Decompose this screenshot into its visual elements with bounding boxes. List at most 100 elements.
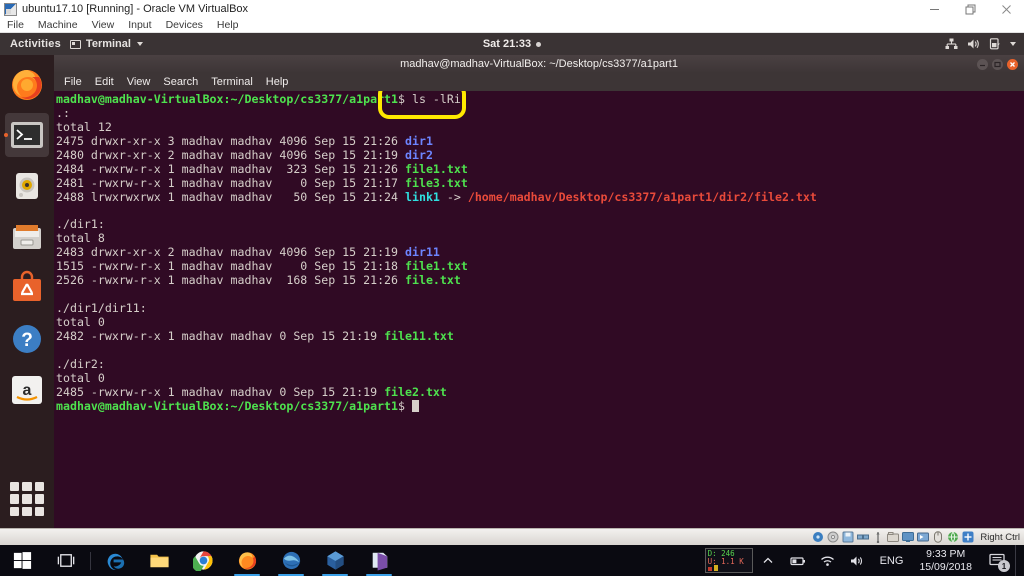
windows-logo-icon: [13, 552, 31, 569]
entry-name: file2.txt: [384, 384, 447, 399]
output-text: total 8: [56, 231, 105, 246]
floppy-icon[interactable]: [842, 531, 854, 543]
output-text: total 0: [56, 315, 105, 329]
wifi-icon[interactable]: [813, 545, 843, 576]
chevron-up-icon[interactable]: [753, 545, 783, 576]
taskbar-item-edge[interactable]: [93, 545, 137, 576]
mouse-icon[interactable]: [932, 531, 944, 543]
activities-button[interactable]: Activities: [0, 38, 70, 50]
show-desktop-button[interactable]: [1015, 545, 1021, 576]
vbox-menu-file[interactable]: File: [7, 19, 24, 31]
start-button[interactable]: [0, 545, 44, 576]
terminal-menu-search[interactable]: Search: [163, 76, 198, 88]
entry-metadata: 1515 -rwxrw-r-x 1 madhav madhav 0 Sep 15…: [56, 259, 406, 274]
chrome-icon: [192, 551, 213, 571]
host-key-label: Right Ctrl: [980, 531, 1020, 543]
close-button[interactable]: [1007, 58, 1018, 70]
network-bars-icon: [707, 565, 750, 571]
minimize-button[interactable]: [977, 58, 988, 70]
guest-screen: Activities Terminal Sat 21:33 ? a madhav…: [0, 33, 1024, 528]
taskbar-item-file-explorer[interactable]: [137, 545, 181, 576]
optical-disk-icon[interactable]: [827, 531, 839, 543]
vbox-menu-help[interactable]: Help: [217, 19, 239, 31]
symlink-arrow: ->: [439, 189, 468, 204]
entry-name: file1.txt: [405, 259, 468, 274]
usb-icon[interactable]: [872, 531, 884, 543]
vbox-menu-view[interactable]: View: [92, 19, 115, 31]
restore-button[interactable]: [952, 0, 988, 18]
shared-folder-icon[interactable]: [887, 531, 900, 543]
network-icon[interactable]: [857, 531, 870, 543]
language-indicator[interactable]: ENG: [873, 555, 911, 567]
taskbar-item-onenote[interactable]: [357, 545, 401, 576]
terminal-menu-edit[interactable]: Edit: [95, 76, 114, 88]
app-menu-terminal[interactable]: Terminal: [69, 38, 143, 50]
vbox-menu-machine[interactable]: Machine: [38, 19, 78, 31]
vbox-menu-input[interactable]: Input: [128, 19, 151, 31]
ubuntu-dock: ? a: [0, 55, 54, 528]
output-text: ./dir1:: [56, 217, 105, 232]
panel-clock[interactable]: Sat 21:33: [442, 38, 582, 50]
app-menu-label: Terminal: [85, 38, 131, 50]
dock-item-software[interactable]: [5, 266, 49, 310]
entry-name: file11.txt: [384, 328, 454, 343]
maximize-button[interactable]: [992, 58, 1003, 70]
terminal-output-line: ./dir1/dir11:: [56, 301, 1024, 316]
panel-clock-label: Sat 21:33: [482, 38, 532, 50]
shell-prompt: madhav@madhav-VirtualBox:~/Desktop/cs337…: [56, 92, 399, 106]
task-view-icon: [57, 554, 74, 567]
video-capture-icon[interactable]: [917, 531, 930, 543]
terminal-prompt-line: madhav@madhav-VirtualBox:~/Desktop/cs337…: [56, 399, 1024, 414]
output-text: ./dir2:: [56, 356, 105, 371]
firefox-icon: [12, 70, 42, 100]
network-upload-label: U: 1.1 K: [707, 556, 744, 566]
terminal-output-line: .:: [56, 105, 1024, 121]
output-text: ./dir1/dir11:: [56, 301, 147, 316]
svg-text:?: ?: [21, 330, 33, 351]
volume-icon[interactable]: [843, 545, 873, 576]
display-icon[interactable]: [902, 531, 915, 543]
file-explorer-icon: [149, 554, 169, 568]
terminal-menu-view[interactable]: View: [127, 76, 151, 88]
ubuntu-system-tray[interactable]: [945, 38, 1024, 50]
dock-item-firefox[interactable]: [5, 62, 49, 106]
show-applications-button[interactable]: [10, 482, 44, 516]
terminal-menu-file[interactable]: File: [64, 76, 82, 88]
dock-item-rhythmbox[interactable]: [5, 164, 49, 208]
close-button[interactable]: [988, 0, 1024, 18]
vbox-menu-devices[interactable]: Devices: [166, 19, 203, 31]
dock-item-amazon[interactable]: a: [5, 368, 49, 412]
output-text: .:: [56, 105, 70, 120]
entry-name: dir11: [405, 245, 440, 260]
hard-disk-icon[interactable]: [812, 531, 824, 543]
minimize-button[interactable]: [916, 0, 952, 18]
battery-icon[interactable]: [783, 545, 813, 576]
taskbar-item-virtualbox[interactable]: [313, 545, 357, 576]
clock-date: 15/09/2018: [919, 560, 972, 573]
terminal-output[interactable]: madhav@madhav-VirtualBox:~/Desktop/cs337…: [54, 91, 1024, 528]
thunderbird-icon: [282, 551, 301, 570]
notification-center-button[interactable]: 1: [981, 545, 1013, 576]
terminal-menu-help[interactable]: Help: [266, 76, 289, 88]
host-key-icon[interactable]: [962, 531, 974, 543]
virtualbox-icon: [4, 2, 17, 16]
chevron-down-icon: [136, 42, 143, 46]
network-monitor-widget[interactable]: D: 246 U: 1.1 K: [704, 548, 753, 573]
windows-clock[interactable]: 9:33 PM 15/09/2018: [910, 548, 981, 574]
dock-item-help[interactable]: ?: [5, 317, 49, 361]
remote-desktop-icon[interactable]: [947, 531, 959, 543]
terminal-menu-terminal[interactable]: Terminal: [211, 76, 253, 88]
dock-item-files[interactable]: [5, 215, 49, 259]
taskbar-item-chrome[interactable]: [181, 545, 225, 576]
terminal-window: madhav@madhav-VirtualBox: ~/Desktop/cs33…: [54, 55, 1024, 528]
virtualbox-menubar: File Machine View Input Devices Help: [0, 18, 1024, 33]
entry-name: dir1: [405, 133, 433, 148]
taskbar-item-thunderbird[interactable]: [269, 545, 313, 576]
taskbar-item-firefox[interactable]: [225, 545, 269, 576]
task-view-button[interactable]: [44, 545, 88, 576]
dock-item-terminal[interactable]: [5, 113, 49, 157]
notification-dot-icon: [536, 41, 542, 47]
